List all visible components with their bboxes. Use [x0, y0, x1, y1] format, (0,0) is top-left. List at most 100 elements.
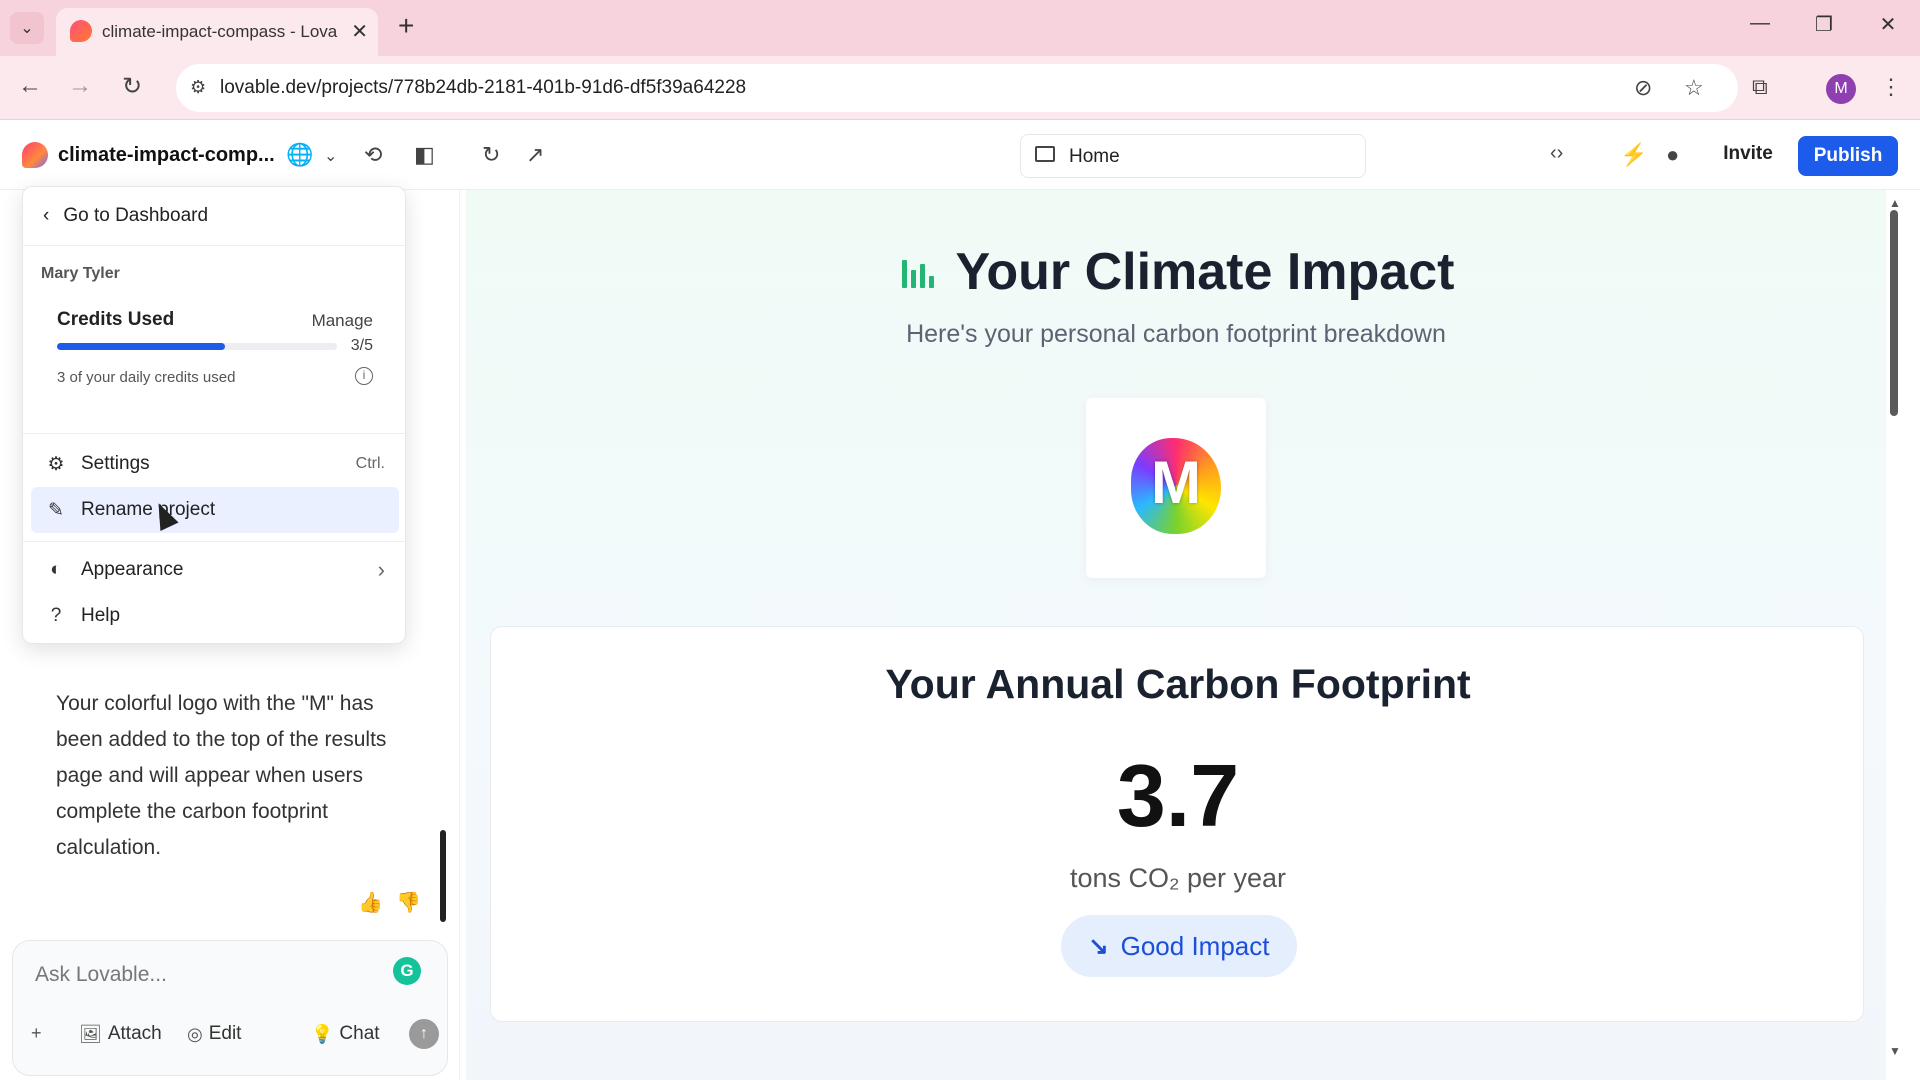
divider — [23, 245, 407, 246]
new-tab-button[interactable]: + — [398, 12, 414, 40]
site-info-icon[interactable]: ⚙ — [190, 77, 206, 98]
lovable-logo-icon[interactable] — [22, 142, 48, 168]
add-icon[interactable]: + — [31, 1023, 42, 1044]
close-icon[interactable]: ✕ — [351, 19, 368, 44]
footprint-value: 3.7 — [1116, 746, 1240, 845]
sidebar-toggle-icon[interactable]: ◧ — [414, 142, 435, 168]
target-icon: ◎ — [187, 1023, 203, 1044]
go-to-dashboard-link[interactable]: ‹ Go to Dashboard — [43, 205, 208, 227]
chat-mode-label: Chat — [339, 1023, 380, 1044]
chat-mode-button[interactable]: 💡 Chat — [311, 1023, 380, 1045]
scroll-down-arrow-icon[interactable]: ▼ — [1889, 1044, 1901, 1058]
tab-search-button[interactable]: ⌄ — [10, 12, 44, 44]
grammarly-icon[interactable]: G — [393, 957, 421, 985]
chat-input-box[interactable]: Ask Lovable... G + 🖼 Attach ◎ Edit 💡 Cha… — [12, 940, 448, 1076]
send-button[interactable]: ↑ — [409, 1019, 439, 1049]
manage-credits-link[interactable]: Manage — [312, 311, 373, 331]
profile-avatar[interactable]: M — [1826, 74, 1856, 104]
browser-menu-icon[interactable]: ⋮ — [1880, 74, 1902, 100]
extensions-icon[interactable]: ⧉ — [1752, 74, 1768, 100]
image-icon: 🖼 — [79, 1023, 102, 1044]
credits-card: Credits Used Manage 3/5 3 of your daily … — [39, 297, 391, 407]
page-route-select[interactable]: Home — [1020, 134, 1366, 178]
impact-badge-label: Good Impact — [1120, 930, 1270, 961]
thumbs-down-icon[interactable]: 👎 — [396, 890, 421, 915]
trending-down-icon: ↘ — [1088, 932, 1109, 960]
bar-chart-icon — [898, 252, 938, 292]
credits-title: Credits Used — [57, 309, 175, 330]
attach-button[interactable]: 🖼 Attach — [79, 1023, 162, 1045]
footprint-card: Your Annual Carbon Footprint 3.7 tons CO… — [490, 626, 1864, 1022]
refresh-preview-icon[interactable]: ↻ — [482, 142, 500, 168]
preview-header: Your Climate Impact — [466, 242, 1886, 302]
history-icon[interactable]: ⟲ — [364, 142, 382, 168]
monitor-icon — [1035, 146, 1055, 162]
chevron-down-icon: ⌄ — [20, 20, 34, 37]
forward-arrow-icon[interactable]: → — [64, 72, 96, 100]
thumbs-up-icon[interactable]: 👍 — [358, 890, 383, 915]
logo-letter: M — [1151, 449, 1201, 516]
credits-note: 3 of your daily credits used — [57, 369, 236, 386]
credits-count: 3/5 — [350, 337, 373, 354]
preview-scrollbar[interactable] — [1890, 210, 1898, 416]
contrast-icon: ◐ — [50, 559, 62, 580]
github-icon[interactable]: ● — [1666, 142, 1679, 168]
url-text[interactable]: lovable.dev/projects/778b24db-2181-401b-… — [220, 77, 746, 99]
window-close-icon[interactable]: ✕ — [1868, 12, 1908, 37]
page-subtitle: Here's your personal carbon footprint br… — [906, 320, 1446, 348]
browser-tab-bar: ⌄ climate-impact-compass - Lova ✕ + — ❐ … — [0, 0, 1920, 56]
browser-tab[interactable]: climate-impact-compass - Lova ✕ — [56, 8, 378, 56]
chevron-left-icon: ‹ — [43, 205, 50, 226]
edit-button[interactable]: ◎ Edit — [187, 1023, 241, 1045]
lightbulb-icon: 💡 — [311, 1023, 334, 1044]
menu-item-help[interactable]: ? Help — [31, 593, 399, 639]
invite-button[interactable]: Invite — [1710, 134, 1786, 174]
page-route-label: Home — [1069, 146, 1120, 167]
scroll-up-arrow-icon[interactable]: ▲ — [1889, 196, 1901, 210]
info-icon[interactable]: i — [355, 367, 373, 385]
page-title: Your Climate Impact — [955, 243, 1455, 301]
credits-progress-bar — [57, 343, 337, 350]
chat-scrollbar[interactable] — [440, 830, 446, 922]
menu-item-appearance[interactable]: ◐ Appearance › — [31, 547, 399, 593]
assistant-message: Your colorful logo with the "M" has been… — [56, 692, 387, 859]
gear-icon: ⚙ — [47, 453, 65, 475]
app-preview: Your Climate Impact Here's your personal… — [466, 190, 1886, 1080]
menu-item-label: Help — [81, 605, 121, 626]
browser-toolbar: ← → ↻ ⚙ lovable.dev/projects/778b24db-21… — [0, 56, 1920, 120]
footprint-unit: tons CO₂ per year — [1069, 863, 1287, 893]
restore-icon[interactable]: ❐ — [1804, 12, 1844, 37]
tab-title: climate-impact-compass - Lova — [102, 22, 338, 41]
project-name-button[interactable]: climate-impact-comp... — [58, 144, 275, 167]
back-arrow-icon[interactable]: ← — [14, 72, 46, 100]
menu-item-label: Rename project — [81, 499, 216, 520]
open-external-icon[interactable]: ↗ — [526, 142, 544, 168]
minimize-icon[interactable]: — — [1740, 12, 1780, 35]
chevron-down-icon[interactable]: ⌄ — [324, 146, 337, 166]
lovable-favicon-icon — [70, 20, 92, 42]
project-menu: ‹ Go to Dashboard Mary Tyler Credits Use… — [22, 186, 407, 644]
app-header: climate-impact-comp... 🌐 ⌄ ⟲ ◧ ↻ ↗ Home … — [0, 120, 1920, 190]
divider — [23, 433, 407, 434]
impact-badge: ↘ Good Impact — [1061, 915, 1297, 977]
user-name: Mary Tyler — [41, 265, 120, 282]
code-view-icon[interactable]: ‹› — [1550, 142, 1563, 165]
chat-input-placeholder[interactable]: Ask Lovable... — [35, 963, 167, 987]
edit-label: Edit — [208, 1023, 242, 1044]
chevron-right-icon: › — [377, 557, 385, 582]
bookmark-star-icon[interactable]: ☆ — [1684, 75, 1704, 101]
edit-icon: ✎ — [48, 499, 64, 521]
credits-progress-fill — [57, 343, 225, 350]
help-icon: ? — [50, 605, 62, 626]
publish-button[interactable]: Publish — [1798, 136, 1898, 176]
shortcut-hint: Ctrl. — [355, 455, 385, 472]
tracking-off-icon[interactable]: ⊘ — [1634, 75, 1652, 101]
brand-logo: M — [1086, 398, 1266, 578]
menu-item-settings[interactable]: ⚙ Settings Ctrl. — [31, 441, 399, 487]
address-bar[interactable]: ⚙ lovable.dev/projects/778b24db-2181-401… — [176, 64, 1738, 112]
reload-icon[interactable]: ↻ — [116, 72, 148, 101]
menu-item-rename-project[interactable]: ✎ Rename project — [31, 487, 399, 533]
menu-item-label: Settings — [81, 453, 150, 474]
supabase-bolt-icon[interactable]: ⚡ — [1620, 142, 1647, 168]
globe-icon[interactable]: 🌐 — [286, 142, 313, 168]
